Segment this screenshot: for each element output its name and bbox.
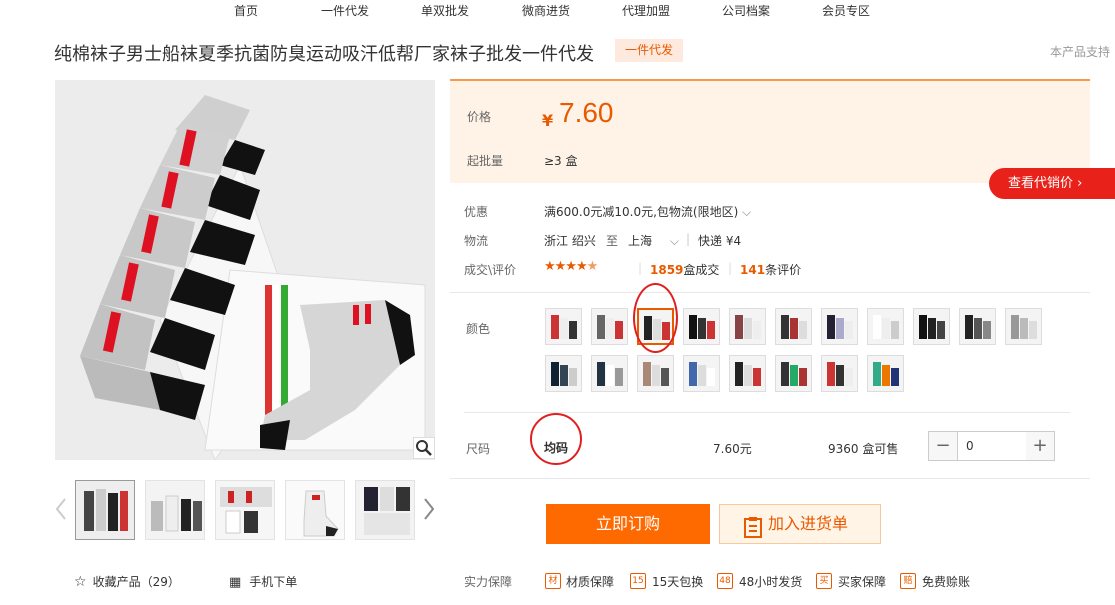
- color-swatch[interactable]: [867, 355, 904, 392]
- color-swatch[interactable]: [545, 308, 582, 345]
- guarantee-item: 买家保障: [838, 575, 887, 589]
- clipboard-icon: [744, 514, 762, 552]
- thumb-next-icon[interactable]: [422, 495, 436, 523]
- color-swatch[interactable]: [959, 308, 996, 345]
- ship-to-word: 至: [606, 234, 619, 248]
- minus-button[interactable]: −: [929, 432, 957, 460]
- nav-wechat-stock[interactable]: 微商进货: [522, 2, 570, 19]
- nav-agent[interactable]: 代理加盟: [622, 2, 670, 19]
- thumbnail[interactable]: [355, 480, 415, 540]
- divider: |: [638, 261, 643, 275]
- plus-button[interactable]: +: [1026, 432, 1054, 460]
- quantity-stepper: − 0 +: [928, 431, 1055, 461]
- color-swatch[interactable]: [775, 308, 812, 345]
- nav-member[interactable]: 会员专区: [822, 2, 870, 19]
- color-swatch[interactable]: [683, 355, 720, 392]
- thumbnail[interactable]: [145, 480, 205, 540]
- color-swatch[interactable]: [591, 355, 628, 392]
- quantity-input[interactable]: 0: [957, 432, 1028, 460]
- ship-dest[interactable]: 上海 ⌵: [628, 232, 679, 249]
- price-label: 价格: [467, 110, 492, 124]
- view-resale-price-button[interactable]: 查看代销价 ›: [989, 168, 1115, 199]
- color-swatch[interactable]: [545, 355, 582, 392]
- divider: |: [728, 261, 733, 275]
- nav-single-wholesale[interactable]: 单双批发: [421, 2, 469, 19]
- product-title: 纯棉袜子男士船袜夏季抗菌防臭运动吸汗低帮厂家袜子批发一件代发: [54, 44, 594, 65]
- highlight-circle: [633, 283, 678, 353]
- express-fee: 快递 ¥4: [698, 234, 742, 248]
- logistics-label: 物流: [464, 234, 489, 248]
- color-swatch[interactable]: [821, 355, 858, 392]
- chevron-down-icon: ⌵: [669, 234, 679, 248]
- thumbnail[interactable]: [285, 480, 345, 540]
- nav-home[interactable]: 首页: [234, 2, 258, 19]
- size-label: 尺码: [466, 442, 491, 456]
- color-swatch[interactable]: [729, 355, 766, 392]
- guarantee-item: 15天包换: [652, 575, 704, 589]
- color-swatch[interactable]: [637, 355, 674, 392]
- nav-dropship[interactable]: 一件代发: [321, 2, 369, 19]
- promo-label: 优惠: [464, 205, 489, 219]
- divider: [450, 292, 1090, 293]
- add-to-cart-button[interactable]: 加入进货单: [719, 504, 881, 544]
- color-swatch[interactable]: [1005, 308, 1042, 345]
- color-swatch[interactable]: [729, 308, 766, 345]
- divider: [450, 478, 1090, 479]
- support-text: 本产品支持: [1050, 45, 1111, 59]
- mobile-order[interactable]: ▦ 手机下单: [229, 573, 297, 590]
- chevron-down-icon: ⌵: [742, 205, 752, 219]
- moq-label: 起批量: [467, 154, 504, 168]
- nav-company[interactable]: 公司档案: [722, 2, 770, 19]
- color-swatch[interactable]: [591, 308, 628, 345]
- credit-icon: 赔: [900, 573, 916, 589]
- guarantee-item: 48小时发货: [739, 575, 803, 589]
- color-swatch[interactable]: [683, 308, 720, 345]
- main-product-image: [55, 80, 435, 460]
- buyer-protection-icon: 买: [816, 573, 832, 589]
- material-icon: 材: [545, 573, 561, 589]
- color-swatch[interactable]: [775, 355, 812, 392]
- guarantee-item: 免费赊账: [922, 575, 971, 589]
- top-nav: 首页 一件代发 单双批发 微商进货 代理加盟 公司档案 会员专区: [0, 0, 1115, 22]
- shipping-time-icon: 48: [717, 573, 733, 589]
- star-outline-icon: ☆: [74, 574, 87, 590]
- rating-stars-icon: ★★★★★: [544, 259, 598, 274]
- promo-value[interactable]: 满600.0元减10.0元,包物流(限地区) ⌵: [544, 203, 751, 220]
- thumb-prev-icon[interactable]: [54, 495, 68, 523]
- color-swatch[interactable]: [913, 308, 950, 345]
- order-now-button[interactable]: 立即订购: [546, 504, 710, 544]
- color-swatch[interactable]: [821, 308, 858, 345]
- exchange-icon: 15: [630, 573, 646, 589]
- dropship-tag: 一件代发: [615, 39, 683, 62]
- zoom-icon[interactable]: [413, 437, 435, 459]
- deal-label: 成交\评价: [464, 263, 517, 277]
- guarantee-item: 材质保障: [566, 575, 615, 589]
- moq-value: ≥3 盒: [544, 154, 578, 168]
- deal-count: 1859盒成交: [650, 263, 720, 277]
- review-count[interactable]: 141条评价: [740, 261, 801, 278]
- divider: |: [686, 232, 691, 246]
- qr-code-icon: ▦: [229, 575, 242, 590]
- size-stock: 9360 盒可售: [828, 442, 899, 456]
- thumbnail[interactable]: [215, 480, 275, 540]
- color-label: 颜色: [466, 322, 491, 336]
- favorite-product[interactable]: ☆ 收藏产品（29）: [74, 573, 180, 590]
- guarantee-label: 实力保障: [464, 575, 513, 589]
- color-swatch[interactable]: [867, 308, 904, 345]
- size-price: 7.60元: [713, 442, 752, 456]
- thumbnail[interactable]: [75, 480, 135, 540]
- price-value: 7.60: [559, 97, 614, 128]
- price-currency: ¥: [542, 111, 554, 130]
- highlight-circle: [530, 413, 582, 465]
- ship-from: 浙江 绍兴: [544, 234, 596, 248]
